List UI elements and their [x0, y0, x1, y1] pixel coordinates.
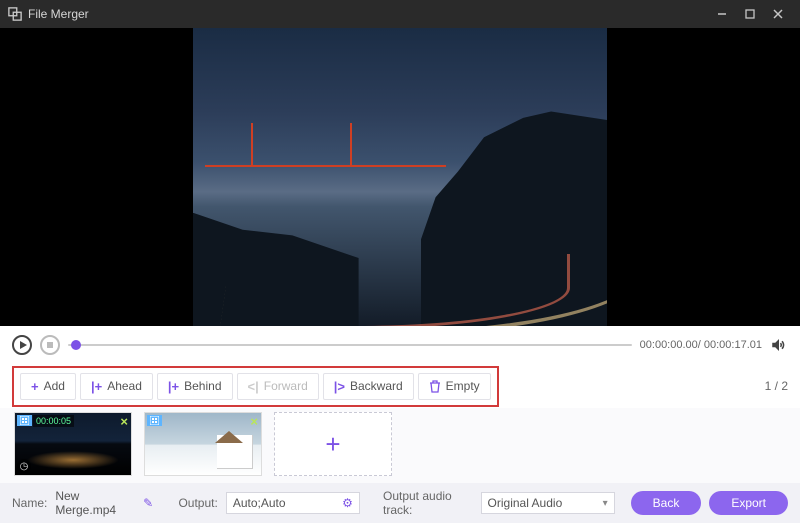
- name-label: Name:: [12, 496, 47, 510]
- clip-type-icon: [17, 415, 32, 426]
- minimize-button[interactable]: [708, 0, 736, 28]
- seek-bar[interactable]: [68, 344, 632, 346]
- edit-name-icon[interactable]: ✎: [143, 496, 153, 510]
- empty-label: Empty: [446, 379, 480, 393]
- audio-track-label: Output audio track:: [383, 489, 473, 517]
- add-clip-tile[interactable]: +: [274, 412, 392, 476]
- stop-button[interactable]: [40, 335, 60, 355]
- clip-remove-icon[interactable]: ×: [250, 414, 258, 429]
- clock-icon[interactable]: ◷: [17, 459, 31, 473]
- plus-icon: +: [31, 379, 39, 394]
- add-label: Add: [44, 379, 65, 393]
- output-label: Output:: [178, 496, 217, 510]
- export-button[interactable]: Export: [709, 491, 788, 515]
- volume-icon[interactable]: [770, 336, 788, 354]
- seek-thumb[interactable]: [71, 340, 81, 350]
- close-button[interactable]: [764, 0, 792, 28]
- audio-track-value: Original Audio: [488, 496, 563, 510]
- clip-item[interactable]: ×: [144, 412, 262, 476]
- bar-chevron-right-icon: |>: [334, 379, 345, 394]
- clip-remove-icon[interactable]: ×: [120, 414, 128, 429]
- app-title: File Merger: [28, 7, 89, 21]
- behind-button[interactable]: |+ Behind: [157, 373, 233, 400]
- backward-button[interactable]: |> Backward: [323, 373, 414, 400]
- clip-type-icon: [147, 415, 162, 426]
- toolbar-highlight-box: + Add |+ Ahead |+ Behind <| Forward |> Backwa…: [12, 366, 499, 407]
- player-controls: 00:00:00.00/ 00:00:17.01: [0, 326, 800, 364]
- back-button[interactable]: Back: [631, 491, 702, 515]
- name-value: New Merge.mp4: [55, 489, 133, 517]
- toolbar-row: + Add |+ Ahead |+ Behind <| Forward |> Backwa…: [0, 364, 800, 408]
- clip-item[interactable]: 00:00:05 × ◷: [14, 412, 132, 476]
- clip-strip: 00:00:05 × ◷ × +: [0, 408, 800, 483]
- footer-bar: Name: New Merge.mp4 ✎ Output: Auto;Auto ⚙…: [0, 483, 800, 523]
- plus-icon: +: [325, 429, 340, 460]
- forward-button[interactable]: <| Forward: [237, 373, 319, 400]
- ahead-button[interactable]: |+ Ahead: [80, 373, 153, 400]
- trash-icon: [429, 380, 441, 393]
- play-button[interactable]: [12, 335, 32, 355]
- video-preview-area: [0, 28, 800, 326]
- empty-button[interactable]: Empty: [418, 373, 491, 400]
- chevron-left-bar-icon: <|: [248, 379, 259, 394]
- gear-icon[interactable]: ⚙: [342, 496, 353, 510]
- pager: 1 / 2: [765, 379, 788, 393]
- time-display: 00:00:00.00/ 00:00:17.01: [640, 339, 762, 351]
- clip-duration: 00:00:05: [33, 415, 74, 427]
- backward-label: Backward: [350, 379, 403, 393]
- chevron-down-icon: ▾: [603, 498, 608, 509]
- maximize-button[interactable]: [736, 0, 764, 28]
- video-preview[interactable]: [193, 28, 607, 326]
- app-icon: [8, 7, 22, 21]
- audio-track-select[interactable]: Original Audio ▾: [481, 492, 615, 514]
- bar-plus-icon: |+: [91, 379, 102, 394]
- output-value: Auto;Auto: [233, 496, 286, 510]
- ahead-label: Ahead: [107, 379, 142, 393]
- add-button[interactable]: + Add: [20, 373, 76, 400]
- output-select[interactable]: Auto;Auto ⚙: [226, 492, 360, 514]
- behind-label: Behind: [184, 379, 221, 393]
- titlebar: File Merger: [0, 0, 800, 28]
- bar-plus-icon: |+: [168, 379, 179, 394]
- forward-label: Forward: [264, 379, 308, 393]
